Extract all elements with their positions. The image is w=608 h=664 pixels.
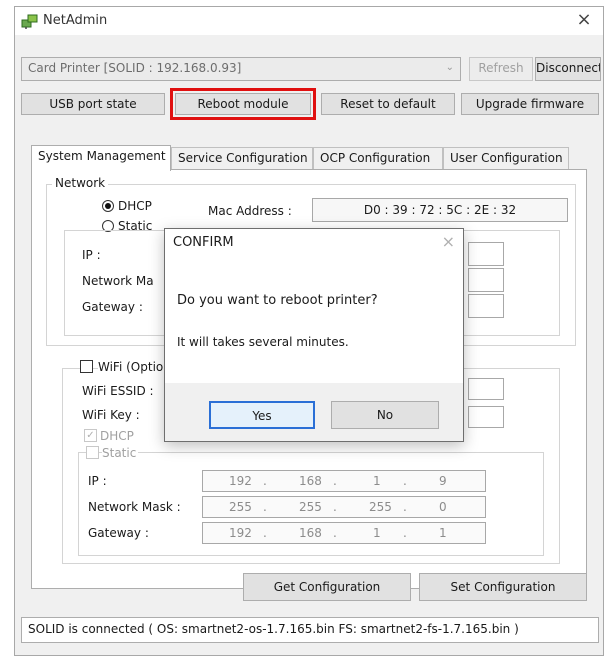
wifi-checkbox-label: WiFi (Optio xyxy=(98,360,166,374)
upgrade-firmware-button[interactable]: Upgrade firmware xyxy=(461,93,599,115)
ip-octet: 192 xyxy=(229,474,252,488)
disconnect-button[interactable]: Disconnect xyxy=(535,57,601,81)
mask-octet: 255 xyxy=(229,500,252,514)
network-dhcp-radio[interactable] xyxy=(102,200,114,212)
gateway-octet: 168 xyxy=(299,526,322,540)
mask-octet: 255 xyxy=(369,500,392,514)
network-admin-icon xyxy=(21,14,38,29)
printer-select[interactable]: Card Printer [SOLID : 192.168.0.93] ⌄ xyxy=(21,57,461,81)
wifi-essid-field[interactable] xyxy=(468,378,504,400)
network-gateway-field[interactable] xyxy=(468,294,504,318)
app-title: NetAdmin xyxy=(43,13,108,28)
wifi-ip-field[interactable]: 192 . 168 . 1 . 9 xyxy=(202,470,486,492)
wifi-key-label: WiFi Key : xyxy=(82,408,140,422)
ip-octet: 9 xyxy=(439,474,447,488)
wifi-enable-checkbox[interactable] xyxy=(80,360,93,373)
tab-user-configuration[interactable]: User Configuration xyxy=(443,147,569,169)
wifi-static-checkbox[interactable] xyxy=(86,446,99,459)
chevron-down-icon: ⌄ xyxy=(445,62,454,73)
wifi-static-label: Static xyxy=(102,446,139,460)
gateway-octet: 192 xyxy=(229,526,252,540)
mac-address-field: D0 : 39 : 72 : 5C : 2E : 32 xyxy=(312,198,568,222)
tab-service-configuration[interactable]: Service Configuration xyxy=(171,147,313,169)
title-bar: NetAdmin × xyxy=(15,7,603,35)
network-dhcp-label: DHCP xyxy=(118,199,152,213)
no-button[interactable]: No xyxy=(331,401,439,429)
status-bar: SOLID is connected ( OS: smartnet2-os-1.… xyxy=(21,617,599,643)
tab-ocp-configuration[interactable]: OCP Configuration xyxy=(313,147,443,169)
network-group-title: Network xyxy=(52,176,109,190)
wifi-dhcp-label: DHCP xyxy=(100,429,134,443)
dialog-message: Do you want to reboot printer? xyxy=(177,293,378,308)
mask-octet: 255 xyxy=(299,500,322,514)
dialog-close-icon[interactable]: × xyxy=(442,232,455,251)
mac-address-label: Mac Address : xyxy=(208,204,292,218)
reset-to-default-button[interactable]: Reset to default xyxy=(321,93,455,115)
gateway-octet: 1 xyxy=(373,526,381,540)
printer-select-value: Card Printer [SOLID : 192.168.0.93] xyxy=(28,61,242,75)
network-ip-label: IP : xyxy=(82,248,101,262)
dialog-title: CONFIRM xyxy=(173,235,234,250)
wifi-mask-field[interactable]: 255 . 255 . 255 . 0 xyxy=(202,496,486,518)
tab-system-management[interactable]: System Management xyxy=(31,145,171,171)
wifi-essid-label: WiFi ESSID : xyxy=(82,384,154,398)
wifi-ip-label: IP : xyxy=(88,474,107,488)
dialog-body: Do you want to reboot printer? It will t… xyxy=(165,257,463,383)
network-mask-field[interactable] xyxy=(468,268,504,292)
ip-octet: 168 xyxy=(299,474,322,488)
wifi-gateway-label: Gateway : xyxy=(88,526,149,540)
wifi-key-field[interactable] xyxy=(468,406,504,428)
window-close-icon[interactable]: × xyxy=(573,9,595,31)
reboot-module-button[interactable]: Reboot module xyxy=(170,88,316,120)
wifi-gateway-field[interactable]: 192 . 168 . 1 . 1 xyxy=(202,522,486,544)
gateway-octet: 1 xyxy=(439,526,447,540)
wifi-mask-label: Network Mask : xyxy=(88,500,181,514)
dialog-detail: It will takes several minutes. xyxy=(177,335,349,349)
network-gateway-label: Gateway : xyxy=(82,300,143,314)
get-configuration-button[interactable]: Get Configuration xyxy=(243,573,411,601)
set-configuration-button[interactable]: Set Configuration xyxy=(419,573,587,601)
network-ip-field[interactable] xyxy=(468,242,504,266)
mask-octet: 0 xyxy=(439,500,447,514)
yes-button[interactable]: Yes xyxy=(209,401,315,429)
refresh-button[interactable]: Refresh xyxy=(469,57,533,81)
wifi-dhcp-checkbox[interactable]: ✓ xyxy=(84,429,97,442)
usb-port-state-button[interactable]: USB port state xyxy=(21,93,165,115)
network-mask-label: Network Ma xyxy=(82,274,154,288)
ip-octet: 1 xyxy=(373,474,381,488)
confirm-dialog: CONFIRM × Do you want to reboot printer?… xyxy=(164,228,464,442)
dialog-title-bar: CONFIRM × xyxy=(165,229,463,257)
